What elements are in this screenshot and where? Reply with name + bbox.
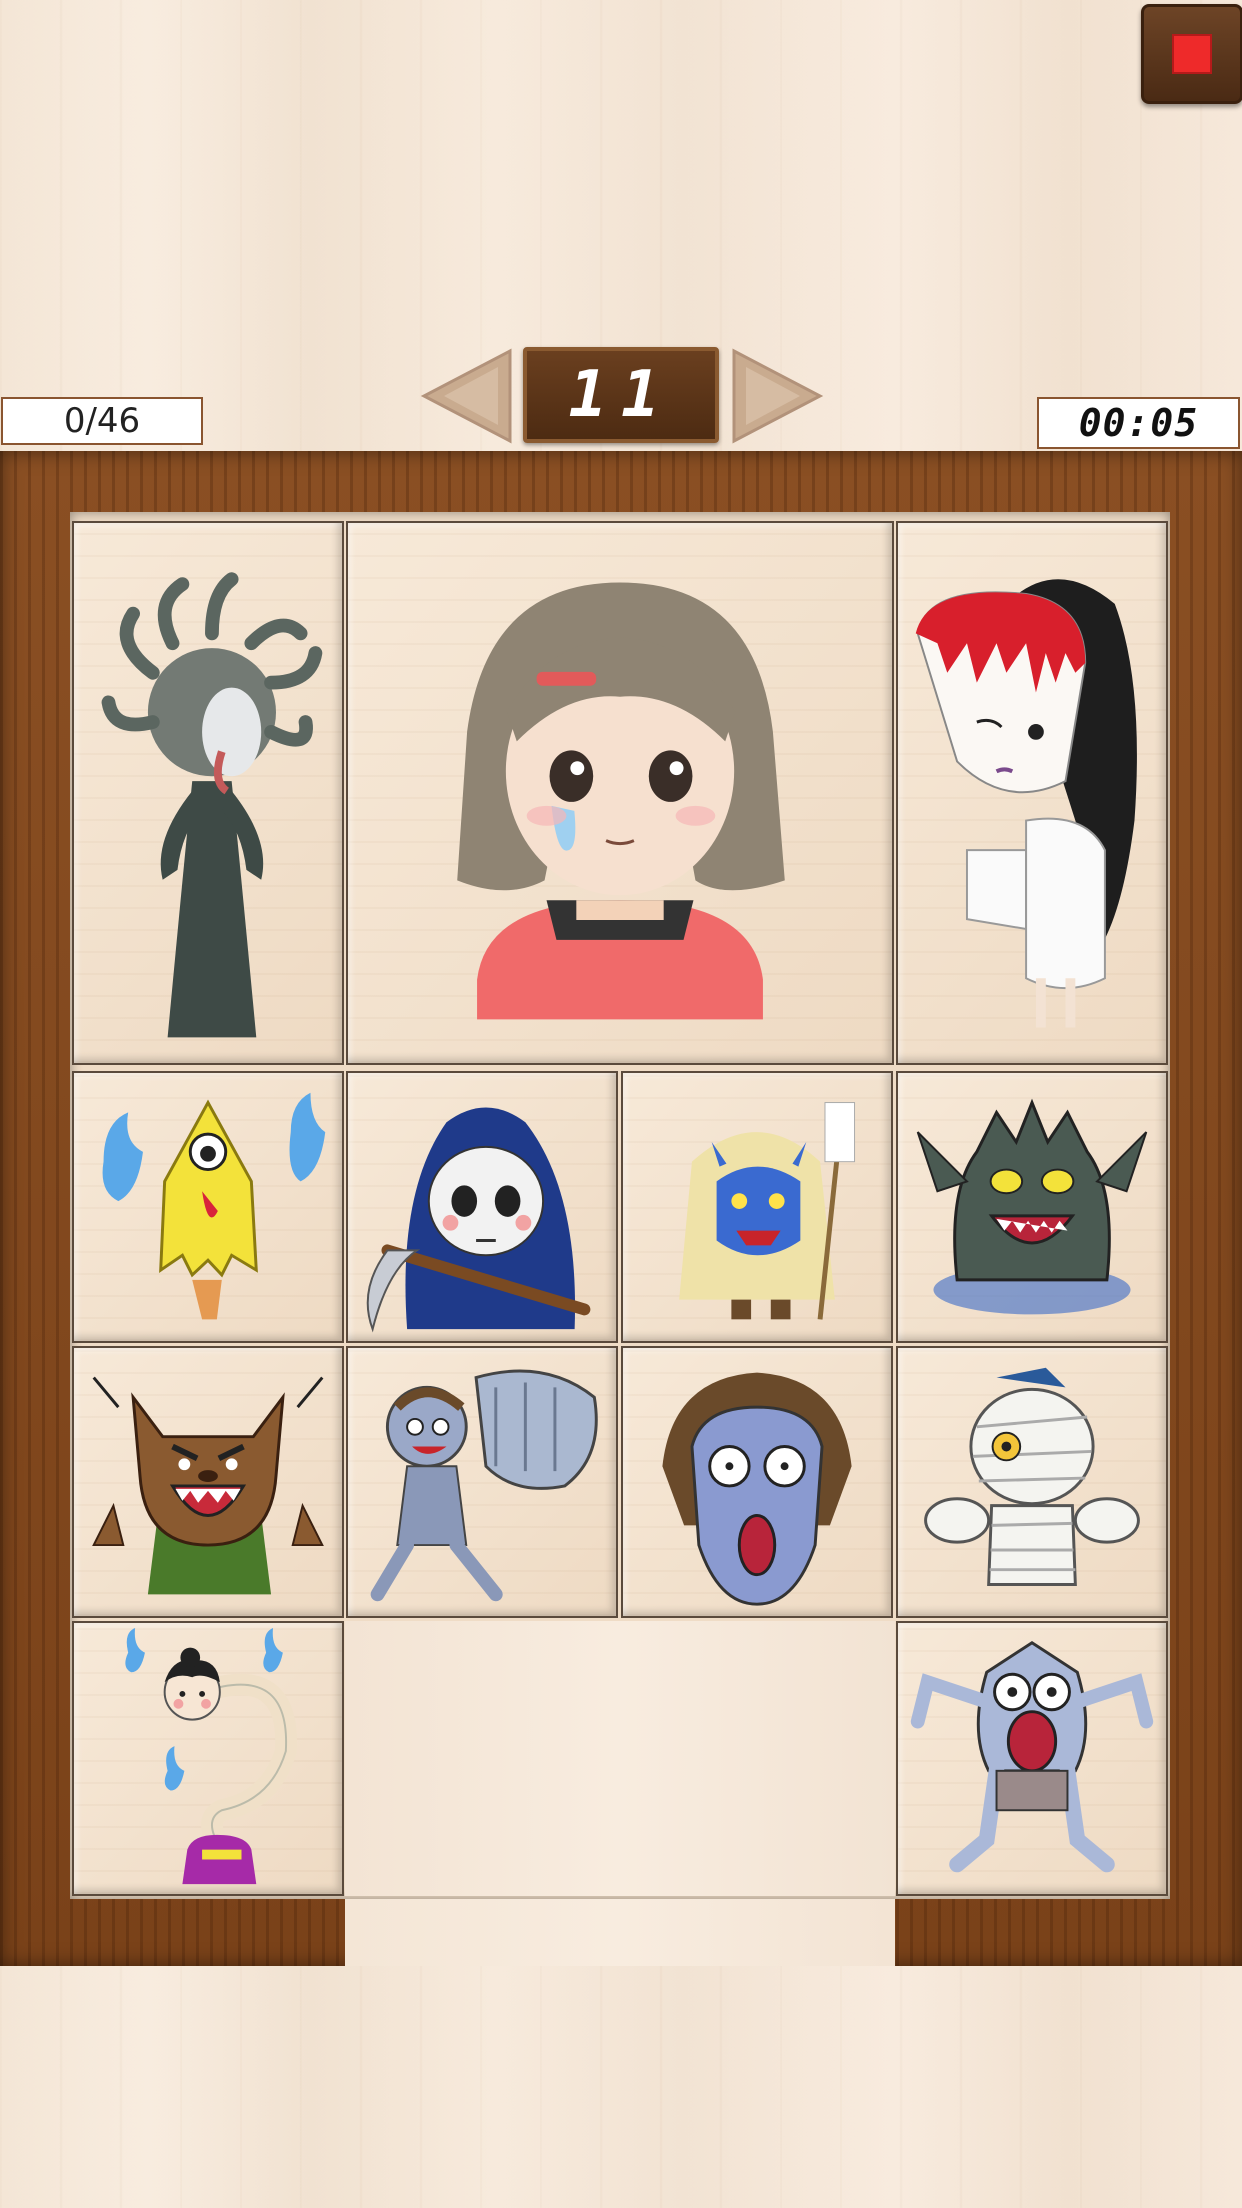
tile-fish-monster[interactable]: [896, 1071, 1168, 1343]
tile-bleeding-ghost[interactable]: [896, 521, 1168, 1065]
fish-monster-icon: [916, 1098, 1148, 1315]
blue-oni-icon: [679, 1102, 856, 1320]
tile-werewolf[interactable]: [72, 1346, 344, 1618]
tile-grim-reaper[interactable]: [346, 1071, 618, 1343]
level-number: 11: [523, 347, 719, 443]
zombie-icon: [370, 1369, 598, 1602]
arrow-right-icon: [732, 348, 824, 444]
grim-reaper-icon: [366, 1107, 591, 1333]
timer-display: 00:05: [1037, 397, 1240, 449]
tile-medusa[interactable]: [72, 521, 344, 1065]
bleeding-ghost-icon: [915, 579, 1137, 1028]
arrow-left-icon: [420, 348, 512, 444]
tile-rokurokubi[interactable]: [72, 1621, 344, 1896]
move-counter: 0/46: [1, 397, 203, 445]
werewolf-icon: [92, 1376, 324, 1595]
stop-icon: [1172, 34, 1212, 74]
one-eyed-ghost-icon: [102, 1092, 326, 1320]
stop-button[interactable]: [1141, 4, 1242, 104]
tile-mummy[interactable]: [896, 1346, 1168, 1618]
empty-slot: [345, 1621, 895, 1896]
previous-level-button[interactable]: [418, 347, 514, 445]
medusa-icon: [101, 572, 323, 1038]
screaming-ghoul-icon: [662, 1372, 852, 1606]
tile-screaming-ghoul[interactable]: [621, 1346, 893, 1618]
next-level-button[interactable]: [730, 347, 826, 445]
tile-screaming-gremlin[interactable]: [896, 1621, 1168, 1896]
screaming-gremlin-icon: [910, 1640, 1154, 1873]
rokurokubi-icon: [125, 1627, 297, 1885]
tile-girl[interactable]: [346, 521, 894, 1065]
crying-girl-icon: [457, 582, 785, 1020]
mummy-icon: [924, 1367, 1140, 1586]
tile-zombie[interactable]: [346, 1346, 618, 1618]
tile-one-eyed-ghost[interactable]: [72, 1071, 344, 1343]
tile-namahage[interactable]: [621, 1071, 893, 1343]
